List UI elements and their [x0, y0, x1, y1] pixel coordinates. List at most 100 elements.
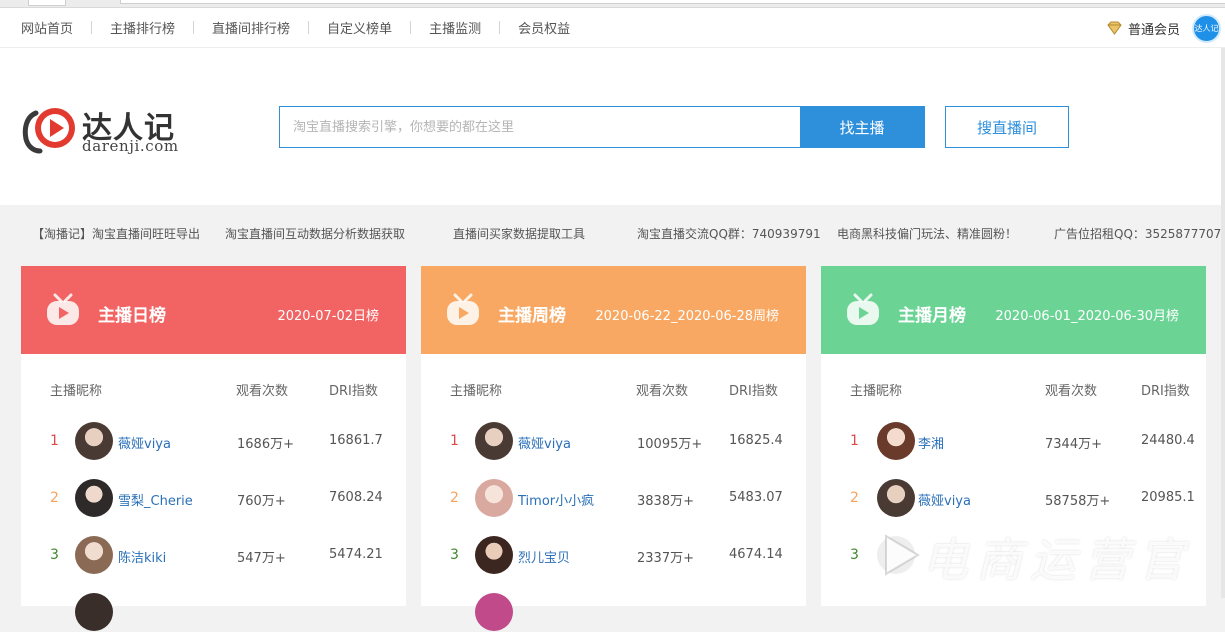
- anchor-name-link[interactable]: 薇娅viya: [118, 433, 171, 452]
- board-header: 主播日榜 2020-07-02日榜: [21, 266, 406, 354]
- promo-link[interactable]: 广告位招租QQ：3525877707: [1054, 225, 1221, 242]
- anchor-name-link[interactable]: Timor小小疯: [518, 490, 594, 509]
- dri-score: 24480.4: [1141, 433, 1195, 448]
- header: 达人记 darenji.com 找主播 搜直播间: [0, 48, 1225, 205]
- member-level[interactable]: 普通会员: [1128, 19, 1180, 38]
- board-title: 主播日榜: [98, 306, 166, 326]
- column-header-dri: DRI指数: [1141, 384, 1190, 399]
- nav-home[interactable]: 网站首页: [21, 18, 73, 37]
- board-header: 主播周榜 2020-06-22_2020-06-28周榜: [421, 266, 806, 354]
- search-box: 找主播: [279, 106, 925, 148]
- promo-link[interactable]: 直播间买家数据提取工具: [453, 225, 585, 242]
- avatar[interactable]: [475, 479, 513, 517]
- nav-member-benefits[interactable]: 会员权益: [518, 18, 570, 37]
- dri-score: 16825.4: [729, 433, 783, 448]
- column-header-views: 观看次数: [636, 384, 689, 399]
- user-avatar[interactable]: 达人记: [1192, 13, 1221, 43]
- view-count: 10095万+: [637, 437, 703, 452]
- column-header-dri: DRI指数: [329, 384, 378, 399]
- view-count: 58758万+: [1045, 494, 1111, 509]
- anchor-name-link[interactable]: 薇娅viya: [518, 433, 571, 452]
- avatar[interactable]: [475, 422, 513, 460]
- promo-link[interactable]: 淘宝直播交流QQ群：740939791: [637, 225, 821, 242]
- browser-tab[interactable]: [28, 0, 66, 6]
- tv-play-icon: [47, 293, 79, 325]
- nav-room-ranking[interactable]: 直播间排行榜: [212, 18, 290, 37]
- tv-play-icon: [847, 293, 879, 325]
- tv-play-icon: [447, 293, 479, 325]
- ranking-row[interactable]: 2 雪梨_Cherie 760万+ 7608.24: [21, 478, 406, 518]
- board-period: 2020-07-02日榜: [277, 309, 379, 324]
- avatar[interactable]: [75, 536, 113, 574]
- dri-score: 7608.24: [329, 490, 383, 505]
- avatar[interactable]: [75, 422, 113, 460]
- ranking-row[interactable]: 3 陈洁kiki 547万+ 5474.21: [21, 535, 406, 575]
- nav-divider: [410, 21, 412, 34]
- dri-score: 5483.07: [729, 490, 783, 505]
- promo-link[interactable]: 电商黑科技偏门玩法、精准圆粉！: [837, 225, 1017, 242]
- promo-link[interactable]: 淘宝直播间互动数据分析数据获取: [225, 225, 405, 242]
- view-count: 3838万+: [637, 494, 694, 509]
- rank-number: 3: [850, 547, 859, 563]
- dri-score: 20985.1: [1141, 490, 1195, 505]
- nav-custom-list[interactable]: 自定义榜单: [327, 18, 392, 37]
- column-header-name: 主播昵称: [850, 384, 903, 399]
- nav-divider: [308, 21, 310, 34]
- monthly-ranking-board: 主播月榜 2020-06-01_2020-06-30月榜 主播昵称 观看次数 D…: [821, 266, 1206, 606]
- address-bar[interactable]: [120, 0, 1225, 4]
- ranking-row[interactable]: 1 薇娅viya 10095万+ 16825.4: [421, 421, 806, 461]
- avatar[interactable]: [877, 479, 915, 517]
- ranking-row[interactable]: [421, 592, 806, 632]
- column-header-name: 主播昵称: [450, 384, 503, 399]
- logo-domain: darenji.com: [82, 137, 179, 155]
- daily-ranking-board: 主播日榜 2020-07-02日榜 主播昵称 观看次数 DRI指数 1 薇娅vi…: [21, 266, 406, 631]
- board-period: 2020-06-22_2020-06-28周榜: [595, 309, 779, 324]
- avatar[interactable]: [877, 422, 915, 460]
- rank-number: 1: [450, 433, 459, 449]
- anchor-name-link[interactable]: 雪梨_Cherie: [118, 490, 193, 509]
- nav-anchor-monitor[interactable]: 主播监测: [429, 18, 481, 37]
- find-anchor-button[interactable]: 找主播: [800, 107, 924, 147]
- weekly-ranking-board: 主播周榜 2020-06-22_2020-06-28周榜 主播昵称 观看次数 D…: [421, 266, 806, 631]
- nav-anchor-ranking[interactable]: 主播排行榜: [110, 18, 175, 37]
- anchor-name-link[interactable]: 薇娅viya: [918, 490, 971, 509]
- rank-number: 3: [50, 547, 59, 563]
- avatar[interactable]: [75, 593, 113, 631]
- dri-score: 4674.14: [729, 547, 783, 562]
- avatar[interactable]: [475, 593, 513, 631]
- search-input[interactable]: [280, 107, 800, 147]
- view-count: 547万+: [237, 551, 286, 566]
- column-header-name: 主播昵称: [50, 384, 103, 399]
- site-logo[interactable]: 达人记 darenji.com: [22, 103, 192, 155]
- play-logo-icon: [22, 108, 75, 154]
- ranking-row[interactable]: 1 李湘 7344万+ 24480.4: [821, 421, 1206, 461]
- column-header-dri: DRI指数: [729, 384, 778, 399]
- ranking-row[interactable]: 2 Timor小小疯 3838万+ 5483.07: [421, 478, 806, 518]
- column-header-views: 观看次数: [1045, 384, 1098, 399]
- rank-number: 3: [450, 547, 459, 563]
- view-count: 760万+: [237, 494, 286, 509]
- ranking-row[interactable]: 2 薇娅viya 58758万+ 20985.1: [821, 478, 1206, 518]
- ranking-row[interactable]: 3: [821, 535, 1206, 575]
- nav-divider: [499, 21, 501, 34]
- browser-chrome-strip: [0, 0, 1225, 8]
- vertical-scrollbar[interactable]: [1221, 48, 1225, 598]
- anchor-name-link[interactable]: 烈儿宝贝: [518, 547, 570, 566]
- ranking-row[interactable]: 3 烈儿宝贝 2337万+ 4674.14: [421, 535, 806, 575]
- anchor-name-link[interactable]: 陈洁kiki: [118, 547, 166, 566]
- avatar[interactable]: [75, 479, 113, 517]
- search-room-button[interactable]: 搜直播间: [945, 106, 1069, 148]
- avatar[interactable]: [877, 536, 915, 574]
- user-area: 普通会员 达人记: [1106, 8, 1221, 48]
- rank-number: 2: [850, 490, 859, 506]
- view-count: 2337万+: [637, 551, 694, 566]
- column-header-views: 观看次数: [236, 384, 289, 399]
- avatar-text: 达人记: [1194, 23, 1219, 33]
- anchor-name-link[interactable]: 李湘: [918, 433, 944, 452]
- ranking-row[interactable]: 1 薇娅viya 1686万+ 16861.7: [21, 421, 406, 461]
- ranking-row[interactable]: [21, 592, 406, 632]
- promo-link[interactable]: 【淘播记】淘宝直播间旺旺导出: [32, 225, 200, 242]
- avatar[interactable]: [475, 536, 513, 574]
- rank-number: 2: [450, 490, 459, 506]
- nav-divider: [91, 21, 93, 34]
